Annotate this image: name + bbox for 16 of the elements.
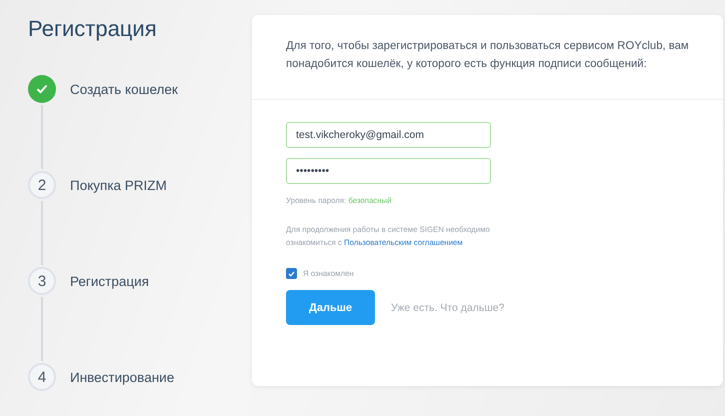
step-label: Регистрация [70, 274, 149, 288]
intro-text: Для того, чтобы зарегистрироваться и пользоваться сервисом ROYclub, вам понадобится кошелёк, у которого есть функция подписи сообщений: [286, 39, 689, 72]
email-field[interactable]: test.vikcheroky@gmail.com [286, 122, 491, 148]
check-icon [36, 84, 48, 94]
step-number: 4 [28, 363, 56, 391]
page-title: Регистрация [28, 15, 158, 43]
already-have-link[interactable]: Уже есть. Что дальше? [391, 302, 504, 314]
consent-checkbox[interactable] [286, 268, 297, 279]
password-field[interactable]: ••••••••• [286, 158, 491, 184]
step-number: 2 [28, 171, 56, 199]
step-label: Инвестирование [70, 370, 174, 384]
step-label: Создать кошелек [70, 82, 178, 96]
next-button[interactable]: Дальше [286, 290, 375, 325]
step-number: 3 [28, 267, 56, 295]
check-icon [288, 270, 295, 276]
step-label: Покупка PRIZM [70, 178, 167, 192]
